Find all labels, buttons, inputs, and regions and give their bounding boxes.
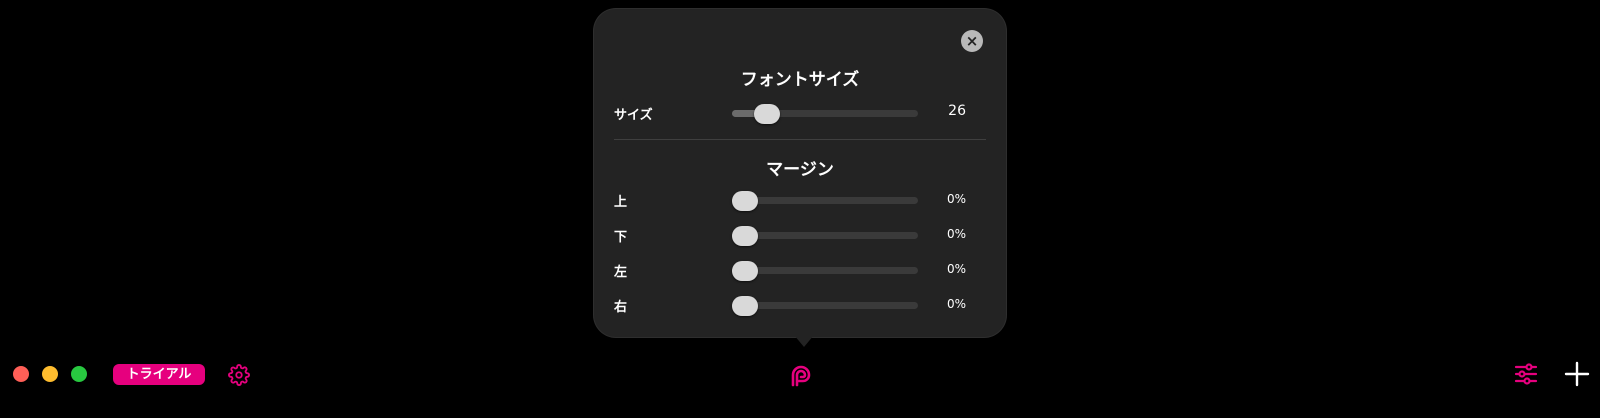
font-settings-popover: × フォントサイズ サイズ 26 マージン 上 0% 下 0% 左 0% 右 0… — [594, 9, 1006, 337]
margin-bottom-value: 0% — [946, 227, 966, 241]
margin-left-slider-thumb[interactable] — [732, 261, 758, 281]
font-size-slider[interactable] — [732, 104, 918, 124]
app-window: × フォントサイズ サイズ 26 マージン 上 0% 下 0% 左 0% 右 0… — [0, 0, 1600, 418]
margin-top-row: 上 0% — [614, 187, 976, 213]
font-size-section-title: フォントサイズ — [740, 70, 860, 90]
margin-section-title: マージン — [766, 160, 834, 180]
gear-icon — [228, 364, 250, 386]
font-size-slider-thumb[interactable] — [754, 104, 781, 124]
margin-right-slider-thumb[interactable] — [732, 296, 758, 316]
display-settings-button[interactable] — [1513, 361, 1539, 387]
margin-bottom-row: 下 0% — [614, 222, 976, 248]
app-logo-icon — [791, 365, 811, 387]
trial-badge[interactable]: トライアル — [113, 364, 205, 385]
margin-right-label: 右 — [614, 300, 628, 315]
font-size-value: 26 — [948, 103, 966, 119]
margin-top-slider[interactable] — [732, 191, 918, 211]
font-size-row: サイズ 26 — [614, 100, 976, 126]
popover-arrow — [794, 335, 814, 347]
margin-bottom-slider[interactable] — [732, 226, 918, 246]
close-popover-button[interactable]: × — [961, 30, 983, 52]
reader-mode-button[interactable] — [787, 361, 815, 389]
margin-top-value: 0% — [946, 192, 966, 206]
margin-top-label: 上 — [614, 195, 628, 210]
margin-bottom-slider-thumb[interactable] — [732, 226, 758, 246]
margin-right-slider[interactable] — [732, 296, 918, 316]
sliders-icon — [1514, 363, 1538, 385]
margin-bottom-label: 下 — [614, 230, 628, 245]
margin-left-slider[interactable] — [732, 261, 918, 281]
margin-right-row: 右 0% — [614, 292, 976, 318]
window-zoom-button[interactable] — [71, 366, 87, 382]
margin-left-label: 左 — [614, 265, 628, 280]
settings-button[interactable] — [228, 364, 250, 386]
margin-right-value: 0% — [946, 297, 966, 311]
close-icon: × — [965, 32, 979, 50]
margin-top-slider-thumb[interactable] — [732, 191, 758, 211]
section-divider — [614, 139, 986, 140]
margin-left-value: 0% — [946, 262, 966, 276]
font-size-label: サイズ — [614, 108, 653, 123]
margin-left-row: 左 0% — [614, 257, 976, 283]
plus-icon — [1564, 361, 1590, 387]
window-close-button[interactable] — [13, 366, 29, 382]
window-minimize-button[interactable] — [42, 366, 58, 382]
add-button[interactable] — [1564, 361, 1590, 387]
